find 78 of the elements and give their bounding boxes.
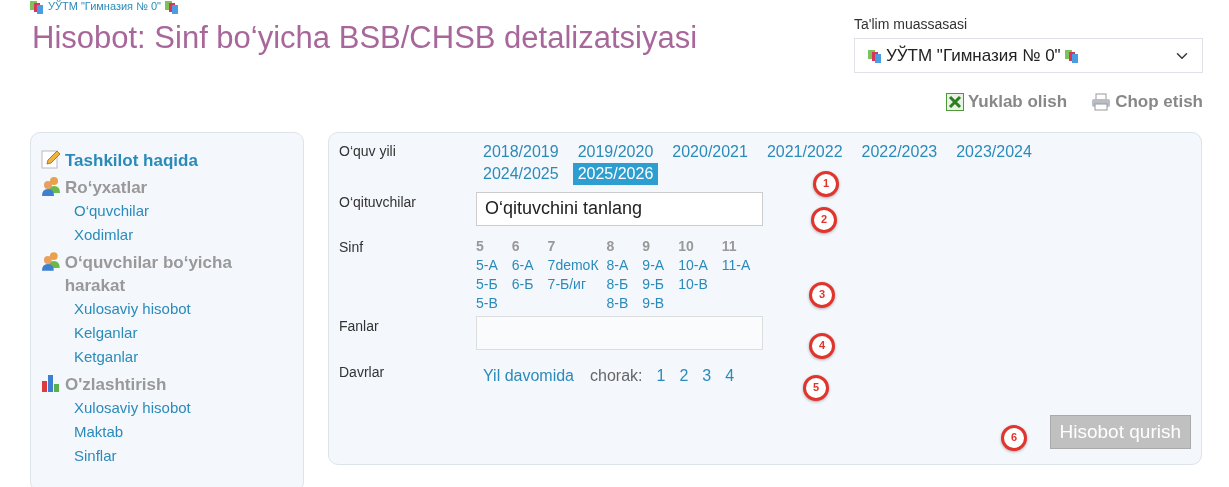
year-option[interactable]: 2021/2022 bbox=[761, 140, 848, 163]
step-marker: 3 bbox=[809, 281, 835, 308]
download-link[interactable]: Yuklab olish bbox=[967, 89, 1068, 115]
grade-heading: 7 bbox=[547, 236, 557, 256]
books-icon bbox=[868, 48, 882, 63]
sidebar-item[interactable]: Kelganlar bbox=[74, 320, 138, 345]
pencil-icon bbox=[41, 148, 61, 169]
step-marker: 4 bbox=[809, 332, 835, 359]
grade-heading: 11 bbox=[721, 236, 738, 256]
people-icon bbox=[41, 175, 61, 196]
teacher-select[interactable]: O‘qituvchini tanlang bbox=[476, 191, 763, 226]
sidebar-heading: O‘quvchilar bo‘yicha harakat bbox=[64, 251, 233, 297]
bar-chart-icon bbox=[41, 372, 61, 393]
sidebar-heading: O'zlashtirish bbox=[65, 373, 167, 396]
quarter-link[interactable]: 2 bbox=[679, 363, 689, 388]
class-link[interactable]: 10-В bbox=[678, 274, 708, 294]
class-link[interactable]: 9-Б bbox=[642, 274, 665, 294]
books-icon bbox=[165, 0, 179, 14]
class-link[interactable]: 5-А bbox=[476, 255, 498, 275]
grade-heading: 10 bbox=[678, 236, 695, 256]
subject-select[interactable] bbox=[476, 315, 763, 350]
step-marker: 2 bbox=[811, 206, 837, 233]
class-link[interactable]: 11-А bbox=[721, 255, 751, 275]
sidebar-item[interactable]: O‘quvchilar bbox=[74, 198, 150, 223]
field-label: Fanlar bbox=[339, 316, 380, 336]
grade-heading: 6 bbox=[511, 236, 521, 256]
class-link[interactable]: 6-А bbox=[511, 255, 534, 275]
class-link[interactable]: 9-В bbox=[642, 293, 665, 313]
print-link[interactable]: Chop etish bbox=[1115, 89, 1203, 115]
grade-heading: 5 bbox=[476, 236, 485, 256]
sidebar-link[interactable]: Tashkilot haqida bbox=[65, 148, 198, 172]
quarter-link[interactable]: 4 bbox=[725, 363, 735, 388]
field-label: Davrlar bbox=[339, 362, 386, 382]
sidebar-item[interactable]: Xulosaviy hisobot bbox=[74, 296, 191, 321]
sidebar-heading: Ro‘yxatlar bbox=[65, 176, 148, 199]
class-link[interactable]: 7demoК bbox=[547, 255, 599, 275]
step-marker: 6 bbox=[1001, 424, 1027, 451]
breadcrumb-link[interactable]: УЎТМ "Гимназия № 0" bbox=[48, 0, 161, 13]
quarter-link[interactable]: 3 bbox=[702, 363, 712, 388]
spreadsheet-icon bbox=[945, 92, 964, 111]
step-marker: 5 bbox=[803, 374, 829, 401]
class-link[interactable]: 5-Б bbox=[476, 274, 498, 294]
step-marker: 1 bbox=[813, 170, 839, 197]
period-link[interactable]: Yil davomida bbox=[483, 363, 574, 388]
year-option[interactable]: 2022/2023 bbox=[856, 140, 943, 163]
class-link[interactable]: 8-Б bbox=[606, 274, 629, 294]
field-label: Ta'lim muassasasi bbox=[854, 15, 969, 34]
year-option[interactable]: 2025/2026 bbox=[572, 162, 659, 185]
class-link[interactable]: 5-В bbox=[476, 293, 498, 313]
sidebar-item[interactable]: Xodimlar bbox=[74, 222, 134, 247]
sidebar-item[interactable]: Maktab bbox=[74, 419, 124, 444]
grade-heading: 9 bbox=[642, 236, 652, 256]
books-icon bbox=[30, 0, 44, 14]
year-option[interactable]: 2019/2020 bbox=[572, 140, 659, 163]
sidebar-item[interactable]: Xulosaviy hisobot bbox=[74, 395, 191, 420]
year-option[interactable]: 2020/2021 bbox=[667, 140, 753, 163]
class-link[interactable]: 9-А bbox=[642, 255, 665, 275]
class-link[interactable]: 8-А bbox=[606, 255, 629, 275]
year-option[interactable]: 2018/2019 bbox=[478, 140, 564, 163]
page-title: Hisobot: Sinf bo‘yicha BSB/CHSB detalizatsiyasi bbox=[31, 19, 698, 57]
class-link[interactable]: 6-Б bbox=[511, 274, 534, 294]
sidebar-item[interactable]: Sinflar bbox=[74, 443, 117, 468]
quarter-link[interactable]: 1 bbox=[656, 363, 666, 388]
class-link[interactable]: 7-Б/иг bbox=[547, 274, 599, 294]
sidebar-item[interactable]: Ketganlar bbox=[74, 344, 139, 369]
people-icon bbox=[41, 250, 61, 271]
class-link[interactable]: 8-В bbox=[606, 293, 629, 313]
printer-icon bbox=[1091, 92, 1112, 111]
year-option[interactable]: 2023/2024 bbox=[951, 140, 1037, 163]
field-label: O‘quv yili bbox=[339, 141, 397, 161]
field-label: Sinf bbox=[339, 237, 365, 257]
class-link[interactable]: 10-А bbox=[678, 255, 708, 275]
quarter-label: chorak: bbox=[590, 365, 643, 386]
books-icon bbox=[1064, 48, 1079, 63]
institution-select[interactable]: УЎТМ "Гимназия № 0" bbox=[854, 38, 1203, 73]
year-option[interactable]: 2024/2025 bbox=[478, 162, 564, 185]
field-label: O‘qituvchilar bbox=[339, 192, 418, 212]
grade-heading: 8 bbox=[606, 236, 616, 256]
